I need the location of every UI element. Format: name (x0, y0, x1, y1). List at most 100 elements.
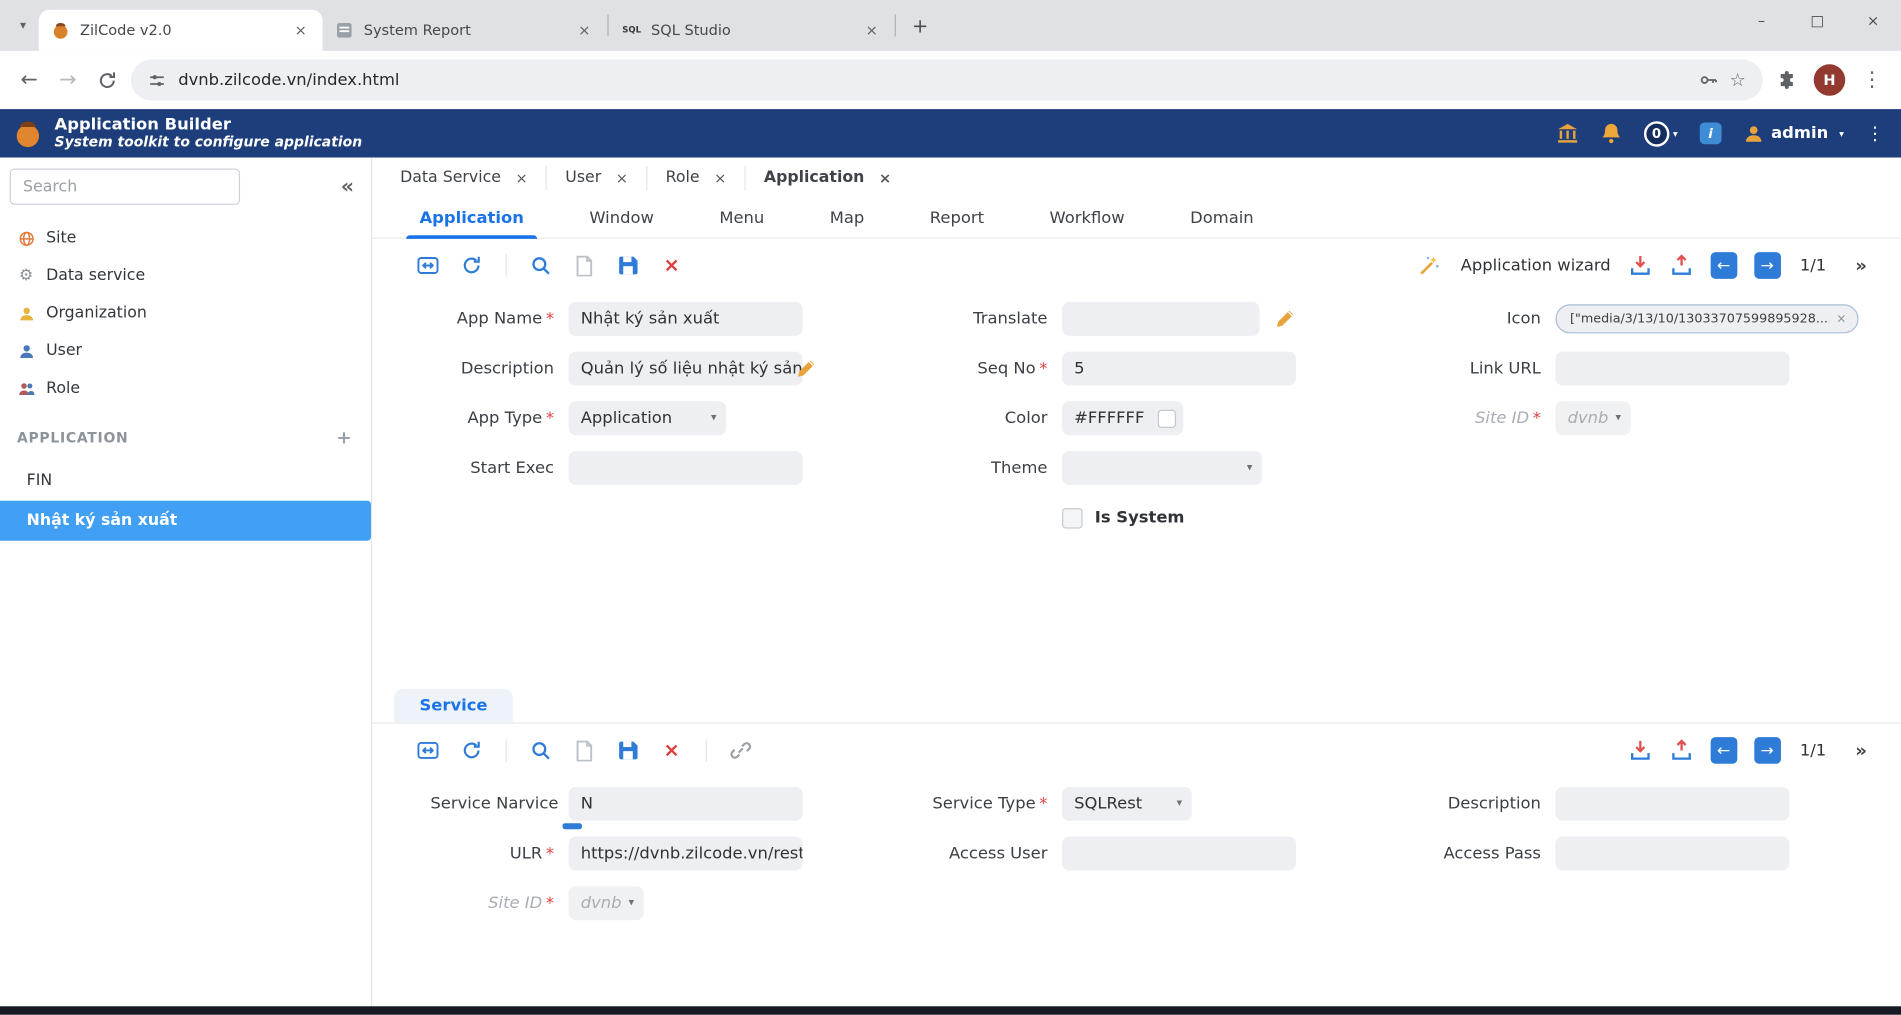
import-icon[interactable] (1628, 253, 1652, 277)
fit-width-icon[interactable] (416, 253, 440, 277)
app-type-select[interactable]: Application (568, 401, 727, 436)
browser-tab-zilcode[interactable]: ZilCode v2.0 × (38, 9, 323, 51)
sidebar-app-fin[interactable]: FIN (0, 461, 371, 501)
next-page-button[interactable]: → (1753, 737, 1781, 764)
application-wizard-label[interactable]: Application wizard (1461, 256, 1611, 275)
header-kebab-icon[interactable]: ⋮ (1866, 122, 1884, 144)
tab-map[interactable]: Map (797, 198, 897, 238)
sidebar-item-user[interactable]: User (0, 332, 371, 370)
add-application-icon[interactable]: + (336, 427, 351, 449)
ulr-input[interactable]: https://dvnb.zilcode.vn/rest/c (568, 836, 803, 871)
save-icon[interactable] (616, 738, 640, 762)
service-name-input[interactable]: N (568, 786, 803, 821)
more-pages-icon[interactable]: » (1855, 255, 1867, 277)
next-page-button[interactable]: → (1753, 252, 1781, 279)
edit-pencil-icon[interactable] (795, 358, 817, 380)
document-icon[interactable] (572, 738, 596, 762)
notifications-bell-icon[interactable] (1600, 122, 1622, 144)
is-system-checkbox[interactable] (1062, 507, 1083, 528)
bookmark-star-icon[interactable]: ☆ (1730, 69, 1746, 91)
link-icon[interactable] (729, 738, 753, 762)
forward-button[interactable]: → (48, 61, 87, 100)
export-icon[interactable] (1669, 738, 1693, 762)
refresh-button[interactable] (87, 61, 126, 100)
close-icon[interactable]: × (879, 169, 891, 186)
search-input[interactable] (9, 168, 241, 205)
tab-workflow[interactable]: Workflow (1017, 198, 1158, 238)
sidebar-item-data-service[interactable]: ⚙ Data service (0, 257, 371, 295)
tab-close-icon[interactable]: × (575, 21, 594, 40)
document-icon[interactable] (572, 253, 596, 277)
browser-tab-system-report[interactable]: System Report × (322, 10, 606, 51)
icon-chip[interactable]: ["media/3/13/10/13033707599895928.... × (1555, 304, 1859, 334)
close-icon[interactable]: × (714, 169, 726, 186)
close-icon[interactable]: × (616, 169, 628, 186)
browser-tab-sql-studio[interactable]: SQL SQL Studio × (610, 10, 894, 51)
password-key-icon[interactable] (1698, 70, 1717, 89)
home-bank-icon[interactable] (1557, 122, 1579, 144)
tab-search-icon[interactable]: ▾ (7, 10, 39, 42)
omnibox[interactable]: dvnb.zilcode.vn/index.html ☆ (130, 59, 1763, 101)
remove-chip-icon[interactable]: × (1836, 312, 1846, 325)
edit-pencil-icon[interactable] (1274, 308, 1296, 330)
tab-application[interactable]: Application (387, 198, 557, 239)
window-maximize-button[interactable]: □ (1789, 0, 1845, 41)
site-info-icon[interactable] (148, 71, 166, 89)
sidebar-app-nhat-ky-san-xuat[interactable]: Nhật ký sản xuất (0, 500, 371, 541)
refresh-record-icon[interactable] (459, 738, 483, 762)
description-input[interactable]: Quản lý số liệu nhật ký sản xuất (568, 351, 803, 386)
more-pages-icon[interactable]: » (1855, 740, 1867, 762)
import-icon[interactable] (1628, 738, 1652, 762)
tab-report[interactable]: Report (897, 198, 1017, 238)
extensions-icon[interactable] (1768, 61, 1807, 100)
start-exec-input[interactable] (568, 451, 803, 485)
browser-menu-kebab-icon[interactable]: ⋮ (1853, 61, 1892, 100)
doc-tab-user[interactable]: User × (547, 165, 648, 190)
counter-badge[interactable]: 0 ▾ (1643, 120, 1678, 147)
access-pass-input[interactable] (1555, 836, 1790, 871)
prev-page-button[interactable]: ← (1710, 252, 1737, 279)
new-tab-button[interactable]: + (904, 10, 936, 42)
tab-window[interactable]: Window (557, 198, 687, 238)
app-name-input[interactable]: Nhật ký sản xuất (568, 301, 803, 336)
link-url-input[interactable] (1555, 351, 1790, 386)
service-type-select[interactable]: SQLRest (1062, 786, 1192, 821)
info-icon[interactable]: i (1699, 122, 1722, 145)
export-icon[interactable] (1669, 253, 1693, 277)
fit-width-icon[interactable] (416, 738, 440, 762)
save-icon[interactable] (616, 253, 640, 277)
doc-tab-application[interactable]: Application × (746, 165, 910, 189)
doc-tab-data-service[interactable]: Data Service × (382, 165, 548, 190)
sidebar-item-organization[interactable]: Organization (0, 295, 371, 333)
search-icon[interactable] (529, 738, 553, 762)
back-button[interactable]: ← (10, 61, 49, 100)
window-close-button[interactable]: × (1845, 0, 1901, 41)
wizard-icon[interactable] (1417, 253, 1441, 277)
collapse-sidebar-icon[interactable]: « (341, 175, 354, 199)
access-user-input[interactable] (1062, 836, 1297, 871)
delete-icon[interactable]: × (660, 253, 684, 277)
url-text[interactable]: dvnb.zilcode.vn/index.html (178, 70, 1686, 89)
delete-icon[interactable]: × (660, 738, 684, 762)
tab-close-icon[interactable]: × (862, 21, 881, 40)
search-icon[interactable] (529, 253, 553, 277)
refresh-record-icon[interactable] (459, 253, 483, 277)
close-icon[interactable]: × (516, 169, 528, 186)
user-menu[interactable]: admin ▾ (1743, 123, 1844, 144)
tab-domain[interactable]: Domain (1157, 198, 1286, 238)
color-input[interactable]: #FFFFFF (1062, 401, 1184, 436)
prev-page-button[interactable]: ← (1710, 737, 1737, 764)
sidebar-item-site[interactable]: Site (0, 219, 371, 257)
translate-input[interactable] (1062, 301, 1260, 336)
browser-profile-avatar[interactable]: H (1813, 64, 1846, 96)
tab-close-icon[interactable]: × (291, 21, 310, 40)
service-description-input[interactable] (1555, 786, 1790, 821)
site-id-select[interactable]: dvnb (1555, 401, 1631, 436)
seq-no-input[interactable]: 5 (1062, 351, 1297, 386)
tab-service[interactable]: Service (394, 688, 513, 723)
color-swatch[interactable] (1157, 409, 1176, 428)
sidebar-item-role[interactable]: Role (0, 370, 371, 408)
service-site-id-select[interactable]: dvnb (568, 886, 644, 921)
window-minimize-button[interactable]: – (1734, 0, 1790, 41)
doc-tab-role[interactable]: Role × (647, 165, 746, 190)
